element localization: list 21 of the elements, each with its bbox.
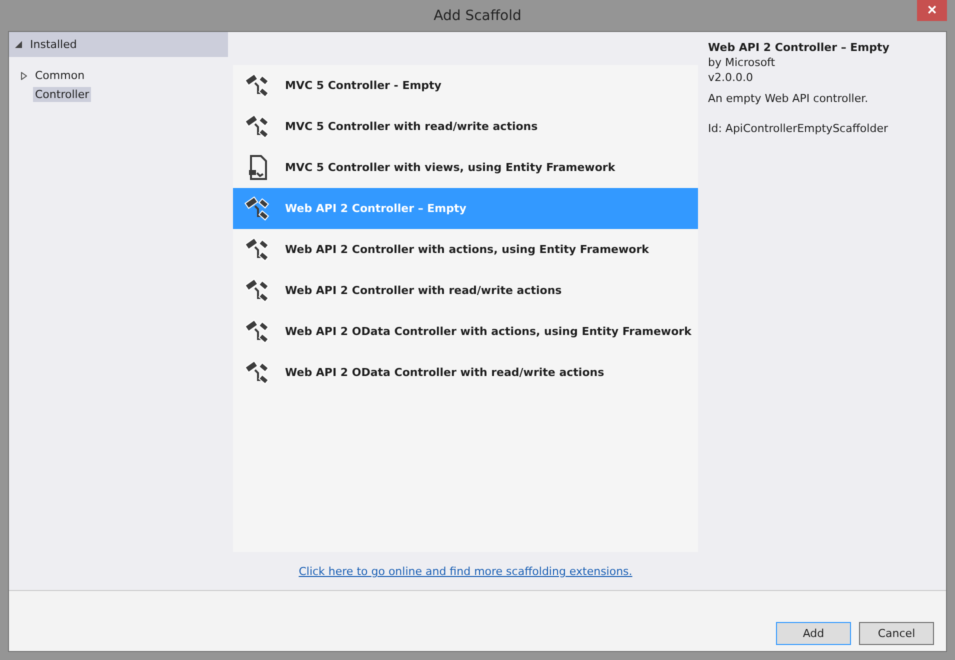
window-title: Add Scaffold	[434, 8, 522, 24]
dialog-button[interactable]: Cancel	[859, 622, 934, 644]
online-link[interactable]: Click here to go online and find more scaffolding extensions.	[298, 565, 632, 578]
template-item[interactable]: MVC 5 Controller with views, using Entity Framework	[233, 147, 698, 188]
template-item[interactable]: Web API 2 OData Controller with actions, using Entity Framework	[233, 311, 698, 352]
tree-item[interactable]: Common	[33, 68, 87, 83]
template-item[interactable]: MVC 5 Controller with read/write actions	[233, 106, 698, 147]
tree-item[interactable]: Controller	[33, 87, 92, 102]
dialog-button[interactable]: Add	[776, 622, 851, 644]
details-id: Id: ApiControllerEmptyScaffolder	[708, 121, 889, 136]
installed-header[interactable]: Installed	[9, 32, 228, 57]
template-item[interactable]: MVC 5 Controller - Empty	[233, 65, 698, 106]
collapse-icon	[15, 41, 22, 48]
details-description: An empty Web API controller.	[708, 91, 870, 106]
details-title: Web API 2 Controller – Empty	[708, 40, 890, 55]
template-item[interactable]: Web API 2 Controller with actions, using Entity Framework	[233, 229, 698, 270]
template-item[interactable]: Web API 2 OData Controller with read/write actions	[233, 352, 698, 393]
close-button[interactable]: ×	[917, 0, 947, 21]
template-item[interactable]: Web API 2 Controller with read/write actions	[233, 270, 698, 311]
details-version: v2.0.0.0	[708, 70, 754, 85]
details-author: by Microsoft	[708, 55, 776, 70]
